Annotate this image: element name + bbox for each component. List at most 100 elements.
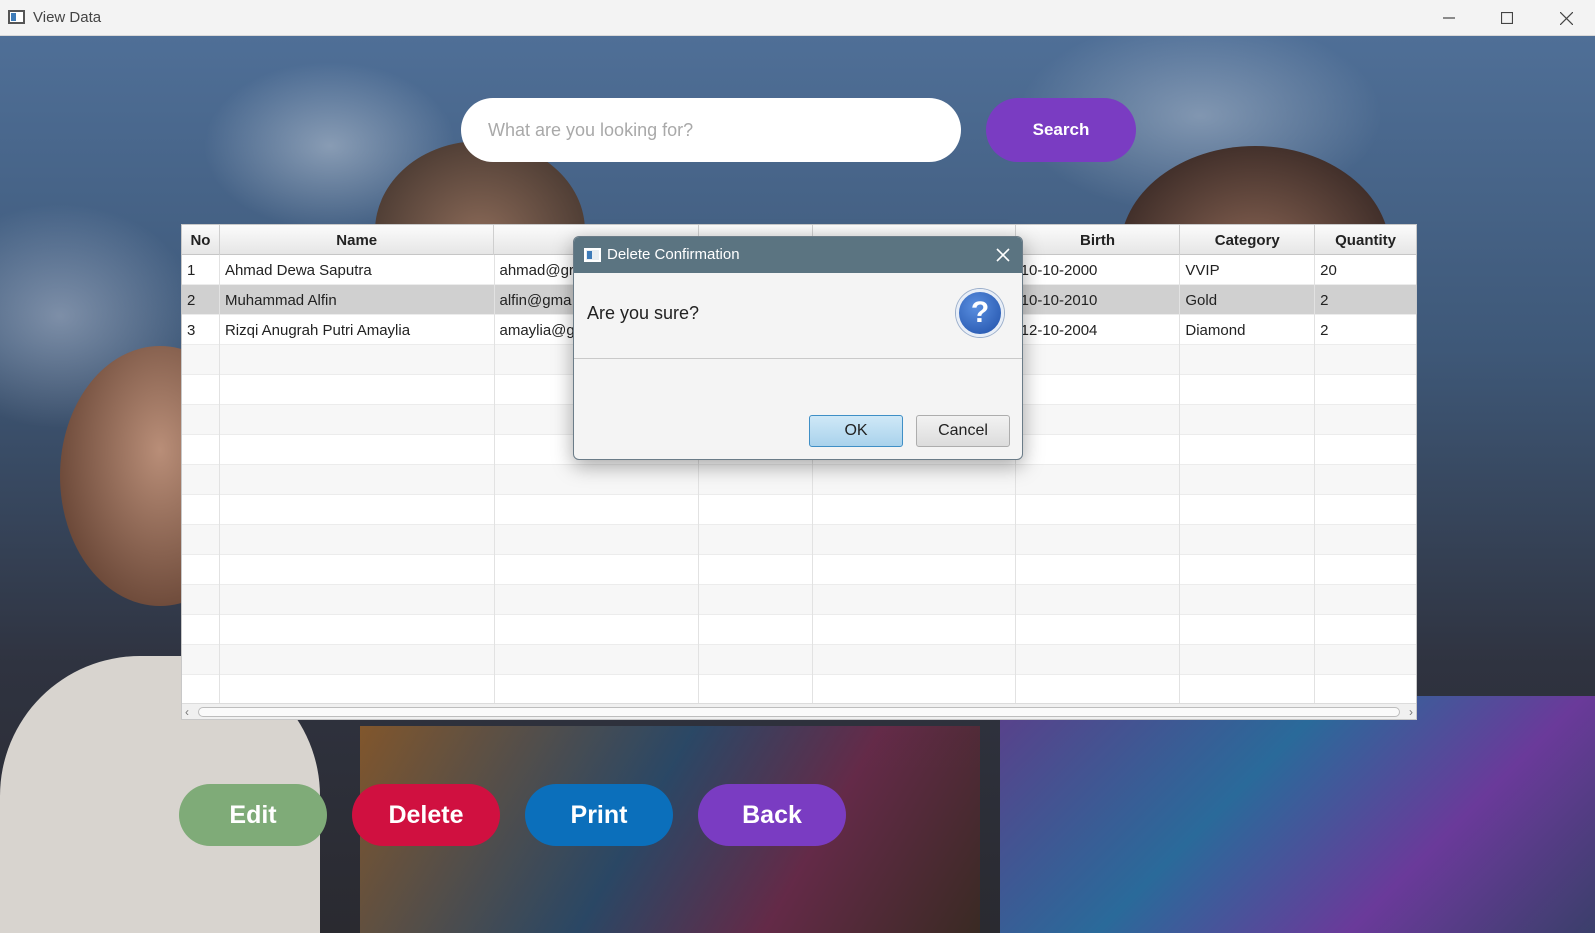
empty-cell — [495, 495, 700, 525]
column-header-birth[interactable]: Birth — [1016, 225, 1181, 255]
empty-cell — [1315, 345, 1416, 375]
empty-cell — [1315, 405, 1416, 435]
empty-cell — [813, 645, 1016, 675]
empty-cell — [699, 555, 813, 585]
window-titlebar: View Data — [0, 0, 1595, 36]
back-button[interactable]: Back — [698, 784, 846, 846]
cell-no: 3 — [182, 315, 220, 345]
empty-cell — [220, 585, 495, 615]
close-window-button[interactable] — [1537, 0, 1595, 36]
empty-table-row — [182, 555, 1416, 585]
cell-name: Ahmad Dewa Saputra — [220, 255, 495, 285]
cell-quantity: 2 — [1320, 291, 1329, 309]
cell-category: Gold — [1180, 285, 1316, 315]
empty-cell — [699, 615, 813, 645]
minimize-button[interactable] — [1420, 0, 1478, 36]
column-header-no[interactable]: No — [182, 225, 220, 255]
empty-cell — [813, 555, 1016, 585]
empty-table-row — [182, 495, 1416, 525]
empty-cell — [699, 675, 813, 705]
empty-cell — [220, 465, 495, 495]
empty-cell — [1016, 585, 1181, 615]
minimize-icon — [1443, 17, 1455, 19]
empty-cell — [220, 645, 495, 675]
empty-cell — [1016, 645, 1181, 675]
maximize-button[interactable] — [1478, 0, 1536, 36]
cell-birth: 12-10-2004 — [1016, 315, 1181, 345]
empty-table-row — [182, 525, 1416, 555]
empty-cell — [495, 555, 700, 585]
question-icon: ? — [956, 289, 1004, 337]
empty-cell — [1315, 495, 1416, 525]
empty-cell — [182, 375, 220, 405]
delete-confirmation-dialog: Delete Confirmation Are you sure? ? OK C… — [573, 236, 1023, 460]
empty-cell — [1180, 555, 1316, 585]
empty-cell — [220, 405, 495, 435]
empty-cell — [1016, 435, 1181, 465]
scrollbar-thumb[interactable] — [198, 707, 1400, 717]
empty-cell — [220, 555, 495, 585]
empty-cell — [813, 525, 1016, 555]
empty-cell — [1180, 375, 1316, 405]
dialog-close-icon[interactable] — [994, 246, 1012, 264]
empty-cell — [699, 585, 813, 615]
background-shirt-right — [1000, 696, 1595, 933]
empty-cell — [1315, 525, 1416, 555]
empty-cell — [220, 525, 495, 555]
cell-quantity: 20 — [1320, 261, 1337, 279]
empty-table-row — [182, 645, 1416, 675]
cancel-button[interactable]: Cancel — [916, 415, 1010, 447]
empty-cell — [1016, 405, 1181, 435]
empty-cell — [1315, 465, 1416, 495]
empty-cell — [699, 495, 813, 525]
edit-button[interactable]: Edit — [179, 784, 327, 846]
empty-cell — [182, 645, 220, 675]
column-header-name[interactable]: Name — [220, 225, 495, 255]
search-button[interactable]: Search — [986, 98, 1136, 162]
empty-cell — [182, 495, 220, 525]
scroll-left-arrow-icon[interactable]: ‹ — [185, 705, 189, 719]
empty-cell — [1016, 465, 1181, 495]
empty-cell — [1016, 495, 1181, 525]
empty-cell — [1180, 435, 1316, 465]
empty-cell — [182, 555, 220, 585]
empty-table-row — [182, 675, 1416, 705]
delete-button[interactable]: Delete — [352, 784, 500, 846]
dialog-window-icon — [584, 248, 601, 262]
print-button[interactable]: Print — [525, 784, 673, 846]
empty-cell — [1016, 525, 1181, 555]
search-input[interactable] — [461, 98, 961, 162]
empty-cell — [182, 615, 220, 645]
empty-cell — [495, 675, 700, 705]
empty-table-row — [182, 585, 1416, 615]
empty-cell — [495, 585, 700, 615]
dialog-title: Delete Confirmation — [607, 246, 740, 263]
column-header-category[interactable]: Category — [1180, 225, 1316, 255]
empty-cell — [813, 465, 1016, 495]
window-title: View Data — [33, 9, 102, 26]
empty-cell — [1180, 585, 1316, 615]
dialog-titlebar: Delete Confirmation — [574, 237, 1022, 273]
empty-cell — [1016, 555, 1181, 585]
scroll-right-arrow-icon[interactable]: › — [1409, 705, 1413, 719]
empty-cell — [1016, 615, 1181, 645]
empty-cell — [1016, 675, 1181, 705]
empty-cell — [220, 495, 495, 525]
empty-cell — [220, 375, 495, 405]
dialog-message: Are you sure? — [587, 303, 700, 323]
empty-cell — [1315, 675, 1416, 705]
horizontal-scrollbar[interactable]: ‹ › — [182, 703, 1416, 719]
empty-cell — [495, 645, 700, 675]
empty-cell — [1180, 405, 1316, 435]
cell-category: VVIP — [1180, 255, 1316, 285]
empty-cell — [813, 615, 1016, 645]
empty-cell — [1180, 675, 1316, 705]
ok-button[interactable]: OK — [809, 415, 903, 447]
cell-category: Diamond — [1180, 315, 1316, 345]
empty-cell — [182, 675, 220, 705]
column-header-quantity[interactable]: Quantity — [1315, 225, 1416, 255]
cell-no: 1 — [182, 255, 220, 285]
empty-cell — [220, 435, 495, 465]
empty-cell — [182, 525, 220, 555]
empty-cell — [1315, 375, 1416, 405]
